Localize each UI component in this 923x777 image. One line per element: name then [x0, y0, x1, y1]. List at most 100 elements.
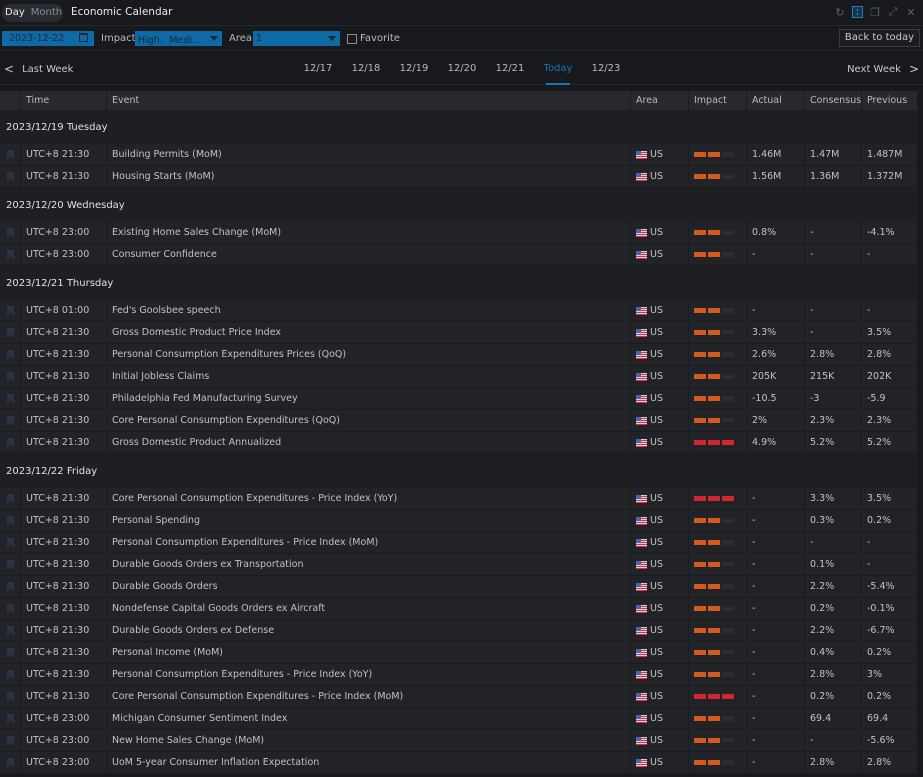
table-row[interactable]: UTC+8 23:00 Existing Home Sales Change (M… [0, 222, 918, 244]
day-tab[interactable]: 12/17 [294, 52, 342, 85]
table-row[interactable]: UTC+8 21:30 Gross Domestic Product Price … [0, 322, 918, 344]
bookmark-icon[interactable] [7, 691, 14, 702]
bookmark-cell[interactable] [0, 554, 21, 575]
event-cell[interactable]: Personal Consumption Expenditures - Pric… [107, 532, 631, 553]
close-icon[interactable]: ✕ [905, 5, 917, 19]
event-cell[interactable]: Personal Consumption Expenditures Prices… [107, 344, 631, 365]
bookmark-cell[interactable] [0, 576, 21, 597]
last-week-button[interactable]: < Last Week [4, 62, 73, 76]
event-cell[interactable]: Durable Goods Orders [107, 576, 631, 597]
event-cell[interactable]: Building Permits (MoM) [107, 144, 631, 165]
column-header-consensus-col[interactable]: Consensus [805, 91, 862, 110]
event-cell[interactable]: Durable Goods Orders ex Defense [107, 620, 631, 641]
column-header-area-col[interactable]: Area [631, 91, 689, 110]
bookmark-cell[interactable] [0, 510, 21, 531]
table-row[interactable]: UTC+8 21:30 Core Personal Consumption Exp… [0, 686, 918, 708]
event-cell[interactable]: Personal Consumption Expenditures - Pric… [107, 664, 631, 685]
table-row[interactable]: UTC+8 21:30 Nondefense Capital Goods Orde… [0, 598, 918, 620]
event-cell[interactable]: Housing Starts (MoM) [107, 166, 631, 187]
table-row[interactable]: UTC+8 23:00 New Home Sales Change (MoM) US… [0, 730, 918, 752]
day-tab[interactable]: 12/21 [486, 52, 534, 85]
bookmark-icon[interactable] [7, 171, 14, 182]
back-to-today-button[interactable]: Back to today [838, 29, 920, 47]
event-cell[interactable]: Core Personal Consumption Expenditures -… [107, 488, 631, 509]
link-group-icon[interactable]: 1 [852, 6, 863, 18]
column-header-event-col[interactable]: Event [107, 91, 631, 110]
event-cell[interactable]: Michigan Consumer Sentiment Index [107, 708, 631, 729]
bookmark-cell[interactable] [0, 532, 21, 553]
table-row[interactable]: UTC+8 21:30 Core Personal Consumption Exp… [0, 488, 918, 510]
day-tab[interactable]: Today [534, 52, 582, 85]
bookmark-cell[interactable] [0, 488, 21, 509]
bookmark-icon[interactable] [7, 327, 14, 338]
bookmark-cell[interactable] [0, 322, 21, 343]
bookmark-icon[interactable] [7, 305, 14, 316]
table-row[interactable]: UTC+8 21:30 Personal Spending US -0.3% 0.2% [0, 510, 918, 532]
checkbox-icon[interactable] [347, 33, 357, 44]
event-cell[interactable]: Durable Goods Orders ex Transportation [107, 554, 631, 575]
bookmark-cell[interactable] [0, 730, 21, 751]
bookmark-cell[interactable] [0, 752, 21, 773]
event-cell[interactable]: Consumer Confidence [107, 244, 631, 265]
table-row[interactable]: UTC+8 21:30 Initial Jobless Claims US 205K 2… [0, 366, 918, 388]
bookmark-cell[interactable] [0, 642, 21, 663]
event-cell[interactable]: Core Personal Consumption Expenditures (… [107, 410, 631, 431]
bookmark-icon[interactable] [7, 537, 14, 548]
table-row[interactable]: UTC+8 21:30 Building Permits (MoM) US 1.46M… [0, 144, 918, 166]
bookmark-icon[interactable] [7, 625, 14, 636]
bookmark-icon[interactable] [7, 669, 14, 680]
view-month-tab[interactable]: Month [28, 4, 65, 22]
impact-dropdown[interactable]: High、Medi... [135, 31, 222, 46]
event-cell[interactable]: Personal Spending [107, 510, 631, 531]
bookmark-icon[interactable] [7, 415, 14, 426]
bookmark-icon[interactable] [7, 437, 14, 448]
table-row[interactable]: UTC+8 01:00 Fed's Goolsbee speech US - - - [0, 300, 918, 322]
table-row[interactable]: UTC+8 21:30 Personal Income (MoM) US -0.4% 0… [0, 642, 918, 664]
bookmark-icon[interactable] [7, 393, 14, 404]
bookmark-cell[interactable] [0, 432, 21, 453]
calendar-icon[interactable] [79, 33, 88, 42]
table-row[interactable]: UTC+8 23:00 UoM 5-year Consumer Inflation… [0, 752, 918, 774]
duplicate-window-icon[interactable]: ❐ [869, 5, 881, 19]
bookmark-cell[interactable] [0, 388, 21, 409]
table-row[interactable]: UTC+8 21:30 Core Personal Consumption Exp… [0, 410, 918, 432]
bookmark-cell[interactable] [0, 686, 21, 707]
table-row[interactable]: UTC+8 21:30 Durable Goods Orders US -2.2% -5… [0, 576, 918, 598]
column-header-time-col[interactable]: Time [21, 91, 107, 110]
bookmark-cell[interactable] [0, 664, 21, 685]
bookmark-icon[interactable] [7, 371, 14, 382]
day-tab[interactable]: 12/19 [390, 52, 438, 85]
table-row[interactable]: UTC+8 23:00 Consumer Confidence US - - - [0, 244, 918, 266]
table-row[interactable]: UTC+8 21:30 Philadelphia Fed Manufacturin… [0, 388, 918, 410]
bookmark-cell[interactable] [0, 708, 21, 729]
table-row[interactable]: UTC+8 21:30 Durable Goods Orders ex Trans… [0, 554, 918, 576]
column-header-actual-col[interactable]: Actual [747, 91, 805, 110]
bookmark-cell[interactable] [0, 300, 21, 321]
bookmark-cell[interactable] [0, 166, 21, 187]
bookmark-cell[interactable] [0, 598, 21, 619]
event-cell[interactable]: Nondefense Capital Goods Orders ex Aircr… [107, 598, 631, 619]
bookmark-cell[interactable] [0, 410, 21, 431]
bookmark-icon[interactable] [7, 735, 14, 746]
area-dropdown[interactable]: 1 [253, 31, 340, 46]
event-cell[interactable]: Core Personal Consumption Expenditures -… [107, 686, 631, 707]
bookmark-cell[interactable] [0, 344, 21, 365]
event-cell[interactable]: Philadelphia Fed Manufacturing Survey [107, 388, 631, 409]
bookmark-icon[interactable] [7, 757, 14, 768]
bookmark-icon[interactable] [7, 515, 14, 526]
favorite-checkbox[interactable]: Favorite [347, 33, 400, 44]
view-day-tab[interactable]: Day [2, 4, 28, 22]
bookmark-icon[interactable] [7, 349, 14, 360]
day-tab[interactable]: 12/23 [582, 52, 630, 85]
bookmark-cell[interactable] [0, 366, 21, 387]
refresh-icon[interactable]: ↻ [834, 5, 846, 19]
bookmark-icon[interactable] [7, 559, 14, 570]
event-cell[interactable]: Personal Income (MoM) [107, 642, 631, 663]
bookmark-icon[interactable] [7, 603, 14, 614]
event-cell[interactable]: UoM 5-year Consumer Inflation Expectatio… [107, 752, 631, 773]
table-row[interactable]: UTC+8 21:30 Personal Consumption Expendit… [0, 344, 918, 366]
column-header-previous-col[interactable]: Previous [862, 91, 918, 110]
day-tab[interactable]: 12/18 [342, 52, 390, 85]
column-header-bookmark-col[interactable] [0, 91, 21, 110]
bookmark-icon[interactable] [7, 227, 14, 238]
